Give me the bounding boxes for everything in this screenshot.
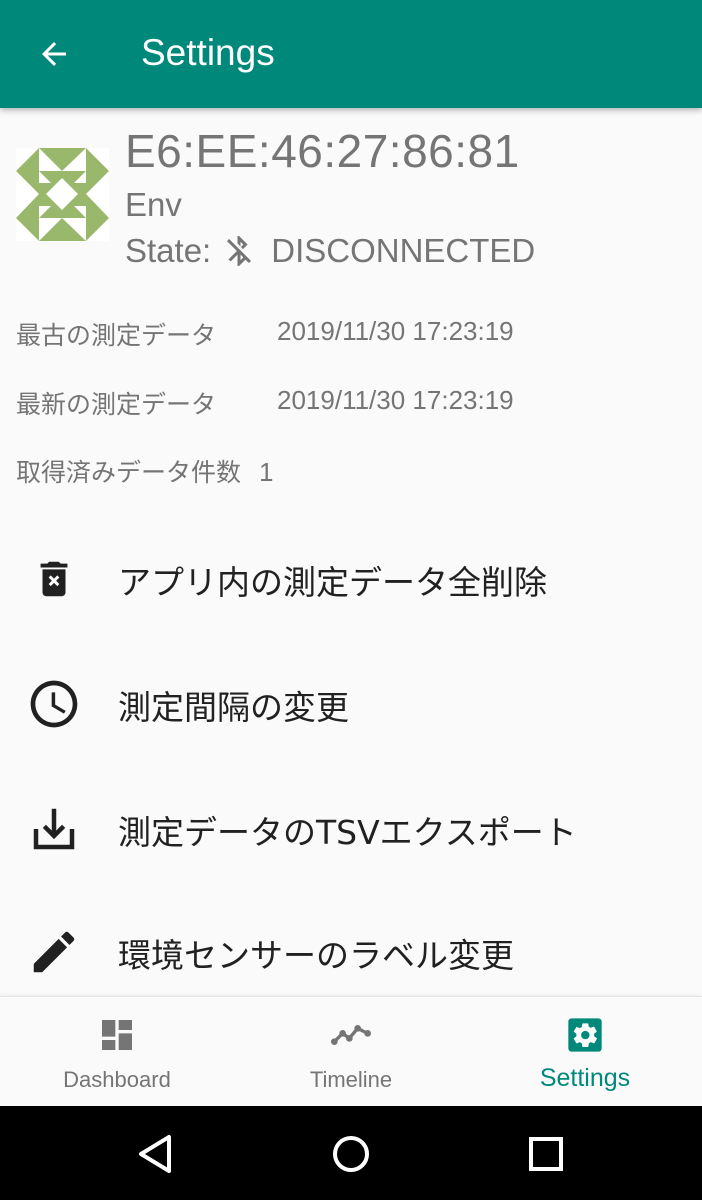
action-export-tsv[interactable]: 測定データのTSVエクスポート [0, 774, 702, 884]
system-navigation-bar [0, 1106, 702, 1200]
action-delete-all-data[interactable]: アプリ内の測定データ全削除 [0, 524, 702, 634]
back-button[interactable] [22, 24, 86, 84]
nav-item-dashboard[interactable]: Dashboard [0, 997, 234, 1107]
recents-square-icon[interactable] [523, 1131, 569, 1177]
action-label: 環境センサーのラベル変更 [118, 936, 514, 975]
action-label: 測定データのTSVエクスポート [118, 813, 577, 852]
device-header: E6:EE:46:27:86:81 Env State: DISCONNECTE… [0, 108, 702, 298]
timeline-icon [331, 1025, 371, 1045]
device-mac-address: E6:EE:46:27:86:81 [125, 125, 520, 177]
nav-label: Dashboard [63, 1067, 171, 1092]
pencil-icon [33, 931, 75, 973]
state-value: DISCONNECTED [271, 232, 536, 269]
state-label: State: [125, 232, 212, 269]
device-identicon [16, 148, 109, 241]
info-value-oldest: 2019/11/30 17:23:19 [277, 316, 514, 346]
nav-item-settings[interactable]: Settings [468, 997, 702, 1107]
page-title: Settings [141, 32, 275, 73]
download-icon [33, 808, 75, 850]
device-state: State: DISCONNECTED [125, 230, 535, 272]
info-row-count: 取得済みデータ件数 1 [16, 453, 273, 489]
app-bar: Settings [0, 0, 702, 108]
home-circle-icon[interactable] [328, 1131, 374, 1177]
action-label: アプリ内の測定データ全削除 [118, 563, 547, 602]
info-label: 最新の測定データ [16, 390, 217, 419]
nav-label: Timeline [309, 1067, 393, 1092]
back-triangle-icon[interactable] [133, 1131, 179, 1177]
nav-label: Settings [539, 1064, 631, 1092]
gear-icon [568, 1018, 602, 1052]
action-change-sensor-label[interactable]: 環境センサーのラベル変更 [0, 897, 702, 1007]
info-label: 最古の測定データ [16, 321, 217, 350]
info-value-latest: 2019/11/30 17:23:19 [277, 385, 514, 415]
bluetooth-disabled-icon [227, 236, 252, 266]
action-change-interval[interactable]: 測定間隔の変更 [0, 649, 702, 759]
nav-item-timeline[interactable]: Timeline [234, 997, 468, 1107]
action-label: 測定間隔の変更 [118, 688, 349, 727]
dashboard-icon [102, 1020, 132, 1050]
info-row-oldest: 最古の測定データ [16, 316, 216, 352]
info-label: 取得済みデータ件数 [16, 458, 242, 487]
clock-icon [30, 680, 78, 728]
trash-icon [40, 561, 68, 597]
bottom-navigation: Dashboard Timeline Settings [0, 996, 702, 1106]
arrow-left-icon [42, 42, 66, 66]
info-row-latest: 最新の測定データ [16, 385, 216, 421]
device-name: Env [125, 186, 182, 223]
info-value-count: 1 [258, 457, 274, 487]
